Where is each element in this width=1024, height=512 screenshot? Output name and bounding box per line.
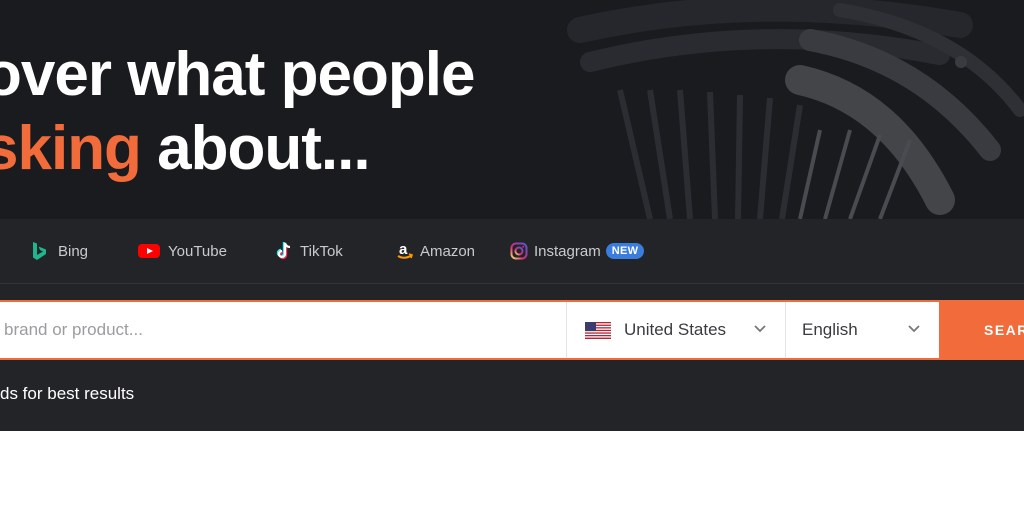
tab-label: TikTok xyxy=(300,242,343,260)
hero-headline: over what people sking about... xyxy=(0,38,475,186)
tab-tiktok[interactable]: TikTok xyxy=(274,237,343,265)
us-flag-icon xyxy=(585,321,611,339)
svg-text:a: a xyxy=(399,241,408,258)
language-select[interactable]: English xyxy=(785,302,939,358)
decorative-graphic xyxy=(567,0,1024,219)
bing-icon xyxy=(28,240,50,262)
country-label: United States xyxy=(624,320,727,339)
search-panel: Bing YouTube TikTok a Amazon Instagram N… xyxy=(0,219,1024,431)
tab-label: Amazon xyxy=(420,242,476,260)
country-select[interactable]: United States xyxy=(566,302,785,358)
search-hint: ds for best results xyxy=(0,384,135,403)
tab-label: Instagram xyxy=(534,242,601,260)
tab-amazon[interactable]: a Amazon xyxy=(394,237,475,265)
tab-label: YouTube xyxy=(168,242,227,260)
headline-line-1: over what people xyxy=(0,40,475,109)
youtube-icon xyxy=(138,240,160,262)
tiktok-icon xyxy=(274,240,296,262)
tab-youtube[interactable]: YouTube xyxy=(138,237,227,265)
search-bar: United States English SEARCH xyxy=(0,300,1024,360)
instagram-icon xyxy=(508,240,530,262)
tab-label: Bing xyxy=(58,242,89,260)
new-badge: NEW xyxy=(605,243,645,259)
tab-bing[interactable]: Bing xyxy=(28,237,88,265)
language-label: English xyxy=(802,320,858,339)
headline-line-2: sking about... xyxy=(0,112,474,186)
search-button[interactable]: SEARCH xyxy=(939,300,1024,360)
headline-line-2-rest: about... xyxy=(140,114,370,183)
search-input[interactable] xyxy=(0,302,566,358)
chevron-down-icon xyxy=(754,325,766,333)
source-tabs: Bing YouTube TikTok a Amazon Instagram N… xyxy=(0,219,1024,284)
hero-banner: over what people sking about... xyxy=(0,0,1024,219)
chevron-down-icon xyxy=(908,325,920,333)
headline-accent-word: sking xyxy=(0,114,142,183)
amazon-icon: a xyxy=(394,240,416,262)
tab-instagram[interactable]: Instagram NEW xyxy=(508,237,645,265)
